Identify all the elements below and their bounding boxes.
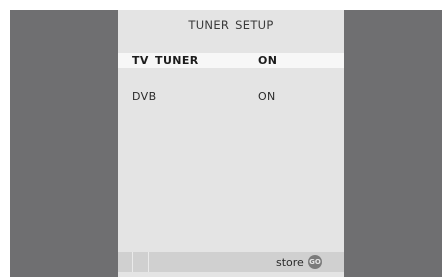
menu-item-value: ON xyxy=(258,90,276,103)
store-label: store xyxy=(276,256,304,269)
bar-divider xyxy=(132,252,133,272)
menu-item-label: DVB xyxy=(132,90,157,103)
menu-item-dvb[interactable]: DVB ON xyxy=(118,89,344,104)
menu-title: TUNER SETUP xyxy=(188,18,274,32)
menu-item-tv-tuner[interactable]: TV TUNER ON xyxy=(118,53,344,68)
bar-divider xyxy=(148,252,149,272)
bottom-bar: store GO xyxy=(118,252,344,272)
tuner-setup-menu: TUNER SETUP TV TUNER ON DVB ON store GO xyxy=(118,10,344,277)
go-button-icon[interactable]: GO xyxy=(308,255,322,269)
menu-item-label: TV TUNER xyxy=(132,54,199,67)
menu-item-value: ON xyxy=(258,54,278,67)
tv-screen: TUNER SETUP TV TUNER ON DVB ON store GO xyxy=(10,10,442,277)
